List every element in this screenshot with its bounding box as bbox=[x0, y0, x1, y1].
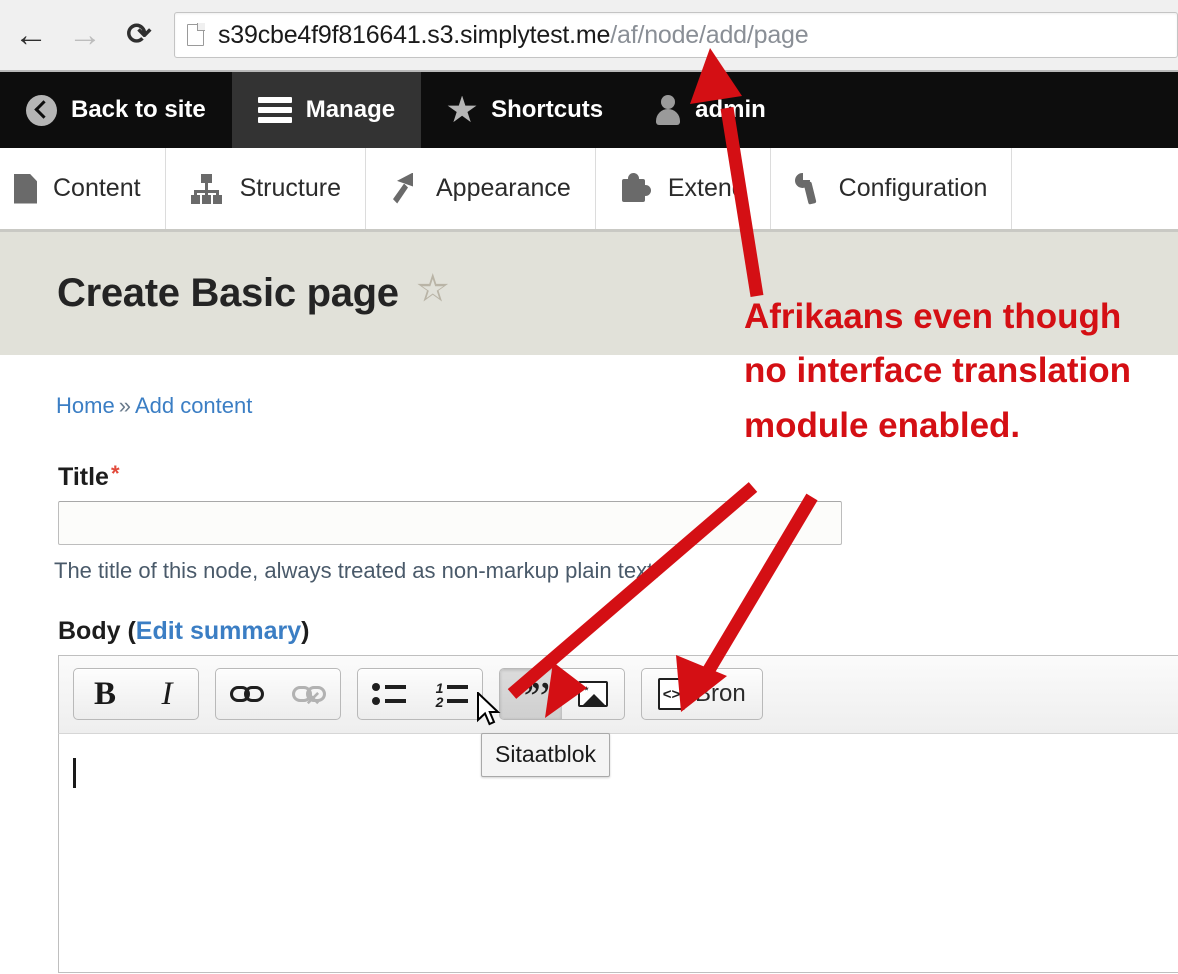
tray-label-content: Content bbox=[53, 174, 141, 202]
address-bar[interactable]: s39cbe4f9f816641.s3.simplytest.me/af/nod… bbox=[174, 12, 1178, 58]
body-label-text: Body ( bbox=[58, 617, 136, 645]
breadcrumb-current-link[interactable]: Add content bbox=[135, 393, 252, 418]
breadcrumb-home-link[interactable]: Home bbox=[56, 393, 115, 418]
blockquote-icon: ”” bbox=[514, 672, 551, 720]
tray-item-content[interactable]: Content bbox=[0, 148, 166, 229]
unlink-button[interactable]: ✕ bbox=[278, 669, 340, 719]
title-label-text: Title bbox=[58, 463, 109, 491]
hierarchy-icon bbox=[190, 173, 224, 204]
tray-item-structure[interactable]: Structure bbox=[166, 148, 366, 229]
url-domain: s39cbe4f9f816641.s3.simplytest.me bbox=[218, 20, 611, 49]
tray-label-extend: Extend bbox=[667, 174, 746, 202]
url-path: /af/node/add/page bbox=[610, 20, 809, 49]
italic-button[interactable]: I bbox=[136, 669, 198, 719]
annotation-text: Afrikaans even though no interface trans… bbox=[744, 297, 1132, 445]
required-marker: * bbox=[110, 461, 120, 486]
toolbar-group-links: ✕ bbox=[215, 668, 341, 720]
url-text: s39cbe4f9f816641.s3.simplytest.me/af/nod… bbox=[218, 20, 809, 50]
tray-label-structure: Structure bbox=[239, 174, 341, 202]
title-field-label: Title* bbox=[58, 461, 120, 492]
image-button[interactable] bbox=[562, 669, 624, 719]
puzzle-piece-icon bbox=[620, 173, 652, 204]
bold-icon: B bbox=[93, 675, 116, 712]
toolbar-item-manage[interactable]: Manage bbox=[231, 72, 422, 148]
numbered-list-button[interactable]: 1 2 bbox=[420, 669, 482, 719]
star-outline-icon[interactable] bbox=[417, 273, 449, 302]
ol-marker-2: 2 bbox=[435, 694, 444, 710]
breadcrumb: Home» Add content bbox=[56, 393, 252, 419]
text-caret bbox=[73, 758, 76, 788]
bulleted-list-button[interactable] bbox=[358, 669, 420, 719]
toolbar-item-admin-user[interactable]: admin bbox=[629, 72, 792, 148]
mouse-cursor bbox=[477, 692, 501, 726]
wrench-icon bbox=[794, 172, 823, 205]
tray-label-configuration: Configuration bbox=[838, 174, 988, 202]
toolbar-group-basic-styles: B I bbox=[73, 668, 199, 720]
italic-icon: I bbox=[161, 675, 173, 712]
tray-item-appearance[interactable]: Appearance bbox=[366, 148, 596, 229]
tray-item-extend[interactable]: Extend bbox=[596, 148, 771, 229]
source-code-icon: <> bbox=[658, 678, 685, 710]
paintbrush-icon bbox=[390, 172, 420, 205]
file-icon bbox=[14, 173, 37, 204]
browser-toolbar: ← → ⟳ s39cbe4f9f816641.s3.simplytest.me/… bbox=[0, 0, 1178, 72]
hamburger-menu-icon bbox=[257, 97, 292, 123]
blockquote-button[interactable]: ”” bbox=[500, 669, 562, 719]
bulleted-list-icon bbox=[372, 680, 406, 708]
page-title-text: Create Basic page bbox=[57, 271, 399, 315]
numbered-list-icon: 1 2 bbox=[434, 680, 468, 710]
toolbar-group-source: <> Bron bbox=[641, 668, 763, 720]
unlink-icon: ✕ bbox=[292, 684, 326, 709]
drupal-admin-tray: Content Structure Appearance Extend Conf… bbox=[0, 148, 1178, 232]
bold-button[interactable]: B bbox=[74, 669, 136, 719]
blockquote-tooltip: Sitaatblok bbox=[481, 733, 611, 777]
link-icon bbox=[230, 684, 264, 704]
star-icon bbox=[447, 95, 477, 123]
page-title: Create Basic page bbox=[0, 271, 449, 316]
drupal-admin-toolbar: Back to site Manage Shortcuts admin bbox=[0, 72, 1178, 148]
edit-summary-link[interactable]: Edit summary bbox=[136, 617, 301, 645]
user-icon bbox=[655, 95, 681, 125]
ckeditor-container: B I ✕ 1 2 ” ” <> Bron bbox=[58, 655, 1178, 735]
ckeditor-toolbar: B I ✕ 1 2 ” ” <> Bron bbox=[59, 656, 1178, 735]
breadcrumb-separator: » bbox=[118, 393, 131, 418]
ckeditor-editing-area[interactable] bbox=[58, 733, 1178, 973]
toolbar-label-back-to-site: Back to site bbox=[71, 96, 206, 123]
title-input[interactable] bbox=[58, 501, 842, 545]
toolbar-label-manage: Manage bbox=[305, 96, 396, 123]
screenshot-root: ← → ⟳ s39cbe4f9f816641.s3.simplytest.me/… bbox=[0, 0, 1178, 974]
source-button[interactable]: <> Bron bbox=[642, 669, 762, 719]
body-field-label: Body (Edit summary) bbox=[58, 617, 309, 646]
link-button[interactable] bbox=[216, 669, 278, 719]
image-icon bbox=[578, 681, 608, 707]
toolbar-item-shortcuts[interactable]: Shortcuts bbox=[421, 72, 629, 148]
toolbar-group-lists: 1 2 bbox=[357, 668, 483, 720]
tray-item-configuration[interactable]: Configuration bbox=[771, 148, 1013, 229]
toolbar-item-back-to-site[interactable]: Back to site bbox=[0, 72, 232, 148]
reload-button[interactable]: ⟳ bbox=[116, 12, 162, 58]
body-label-close: ) bbox=[301, 617, 310, 645]
toolbar-label-admin: admin bbox=[695, 96, 766, 123]
tray-label-appearance: Appearance bbox=[436, 174, 571, 202]
page-icon bbox=[187, 23, 205, 46]
toolbar-group-blocks: ”” bbox=[499, 668, 625, 720]
forward-button[interactable]: → bbox=[62, 12, 108, 58]
toolbar-label-shortcuts: Shortcuts bbox=[491, 96, 604, 123]
back-circle-icon bbox=[26, 94, 57, 126]
back-button[interactable]: ← bbox=[8, 12, 54, 58]
source-button-label: Bron bbox=[695, 680, 746, 707]
title-field-description: The title of this node, always treated a… bbox=[54, 558, 660, 583]
